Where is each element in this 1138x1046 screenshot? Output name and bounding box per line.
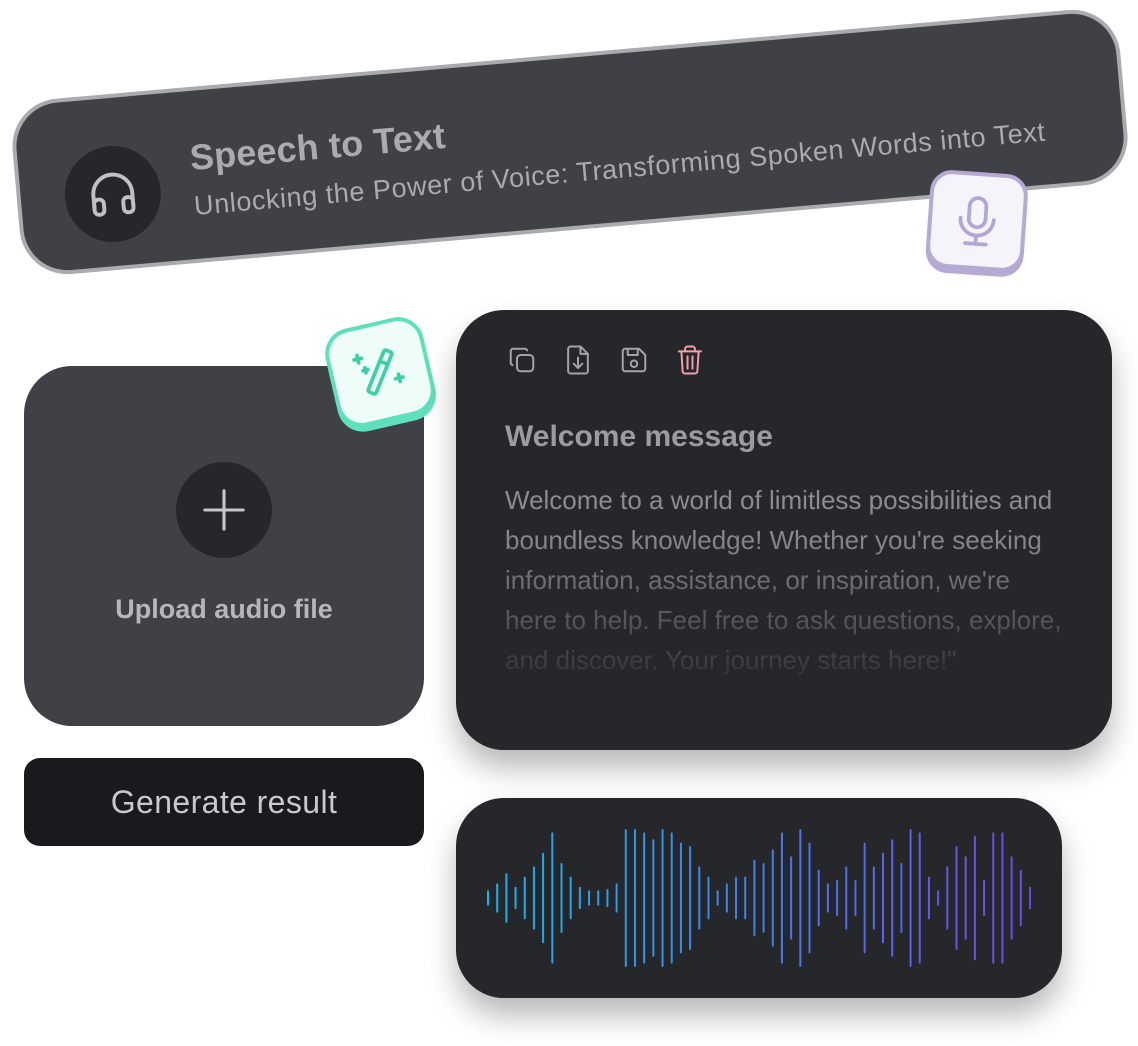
transcript-toolbar [506, 342, 706, 378]
plus-icon [203, 489, 245, 531]
audio-waveform [487, 829, 1031, 967]
delete-button[interactable] [674, 342, 706, 378]
microphone-icon [958, 196, 996, 247]
transcript-title: Welcome message [505, 420, 773, 453]
download-icon [567, 345, 589, 375]
save-button[interactable] [618, 342, 650, 378]
headphones-avatar [60, 142, 165, 247]
trash-icon [677, 345, 703, 375]
headphones-icon [91, 172, 136, 217]
upload-label: Upload audio file [115, 594, 333, 624]
upload-add-button[interactable] [176, 462, 272, 558]
microphone-badge[interactable] [924, 168, 1030, 274]
magic-wand-icon [352, 348, 405, 396]
waveform-card [456, 798, 1062, 998]
app-title: Speech to Text [188, 114, 447, 179]
save-icon [621, 347, 647, 373]
transcript-body: Welcome to a world of limitless possibil… [505, 485, 1062, 675]
download-button[interactable] [562, 342, 594, 378]
generate-result-button[interactable]: Generate result [24, 758, 424, 846]
copy-button[interactable] [506, 342, 538, 378]
copy-icon [509, 347, 535, 373]
transcript-card: Welcome message Welcome to a world of li… [456, 310, 1112, 750]
